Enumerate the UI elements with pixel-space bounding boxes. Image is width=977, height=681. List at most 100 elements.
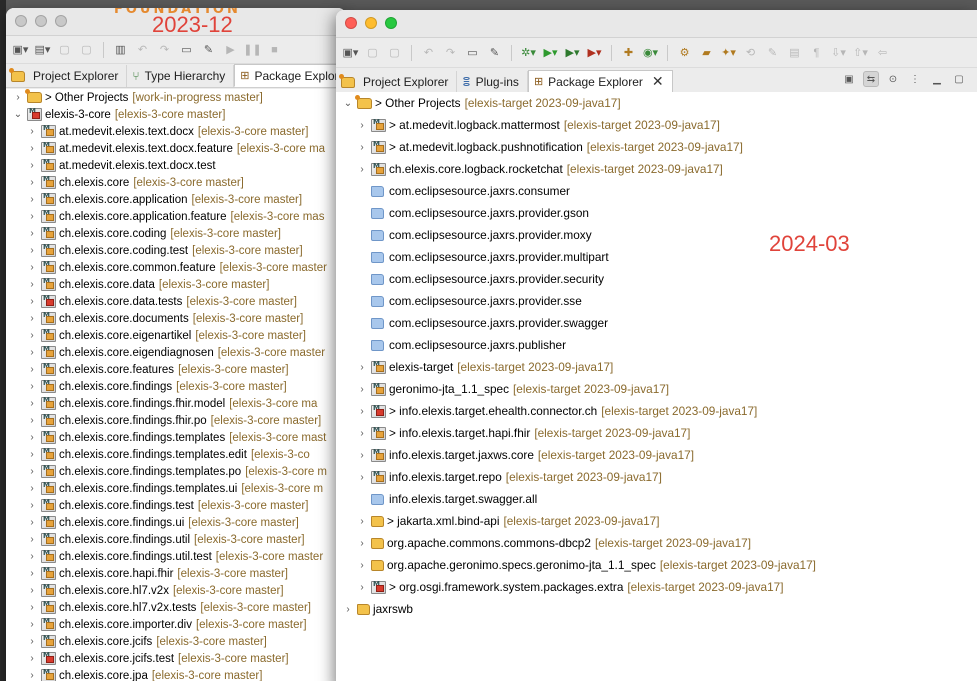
debug-icon[interactable]: ✲▾	[520, 45, 537, 61]
tree-row[interactable]: com.eclipsesource.jaxrs.provider.securit…	[336, 268, 977, 290]
tree-row[interactable]: com.eclipsesource.jaxrs.provider.sse	[336, 290, 977, 312]
tree-row[interactable]: › ch.elexis.core.findings[elexis-3-core m…	[6, 378, 346, 395]
binary-icon[interactable]: ▥	[112, 42, 129, 58]
tree-row[interactable]: › ch.elexis.core.findings.fhir.po[elexis-…	[6, 412, 346, 429]
tree-row[interactable]: › ch.elexis.core.common.feature[elexis-3-…	[6, 259, 346, 276]
chevron-right-icon[interactable]: ›	[356, 472, 368, 483]
tab-package-explorer[interactable]: ⊞ Package Explore	[234, 64, 346, 87]
tab-type-hierarchy[interactable]: ⑂ Type Hierarchy	[127, 65, 235, 87]
chevron-right-icon[interactable]: ›	[26, 449, 38, 460]
link-with-editor-icon[interactable]: ⇆	[863, 71, 879, 87]
tree-row[interactable]: com.eclipsesource.jaxrs.provider.swagger	[336, 312, 977, 334]
save-all-icon[interactable]: ▢	[386, 45, 403, 61]
redo-icon[interactable]: ↷	[156, 42, 173, 58]
tree-row[interactable]: › > at.medevit.logback.mattermost[elexis-…	[336, 114, 977, 136]
chevron-right-icon[interactable]: ›	[342, 604, 354, 615]
tree-row[interactable]: › ch.elexis.core.findings.ui[elexis-3-cor…	[6, 514, 346, 531]
tree-row[interactable]: › elexis-target[elexis-target 2023-09-jav…	[336, 356, 977, 378]
prev-annotation-icon[interactable]: ⇧▾	[852, 45, 869, 61]
console-icon[interactable]: ▭	[464, 45, 481, 61]
chevron-right-icon[interactable]: ›	[26, 585, 38, 596]
chevron-right-icon[interactable]: ›	[26, 160, 38, 171]
tree-row[interactable]: › ch.elexis.core.eigenartikel[elexis-3-co…	[6, 327, 346, 344]
new-class-icon[interactable]: ◉▾	[642, 45, 659, 61]
tree-row[interactable]: › ch.elexis.core.hapi.fhir[elexis-3-core …	[6, 565, 346, 582]
tree-row[interactable]: › > info.elexis.target.ehealth.connector.…	[336, 400, 977, 422]
maximize-view-icon[interactable]: ▢	[951, 71, 967, 87]
tree-row[interactable]: › ch.elexis.core.application[elexis-3-cor…	[6, 191, 346, 208]
terminate-icon[interactable]: ■	[266, 42, 283, 58]
chevron-right-icon[interactable]: ›	[356, 142, 368, 153]
tree-row[interactable]: › ch.elexis.core.findings.util[elexis-3-c…	[6, 531, 346, 548]
open-folder-icon[interactable]: ▰	[698, 45, 715, 61]
open-type-icon[interactable]: ⚙	[676, 45, 693, 61]
tree-row[interactable]: › ch.elexis.core[elexis-3-core master]	[6, 174, 346, 191]
tree-row[interactable]: › ch.elexis.core.eigendiagnosen[elexis-3-…	[6, 344, 346, 361]
pilcrow-icon[interactable]: ¶	[808, 45, 825, 61]
chevron-right-icon[interactable]: ›	[26, 228, 38, 239]
minimize-button[interactable]	[35, 15, 47, 27]
tree-row[interactable]: › > jakarta.xml.bind-api [elexis-target 20…	[336, 510, 977, 532]
pin-icon[interactable]: ✎	[200, 42, 217, 58]
chevron-right-icon[interactable]: ›	[26, 551, 38, 562]
tree-row[interactable]: › ch.elexis.core.data.tests[elexis-3-core…	[6, 293, 346, 310]
tree-row[interactable]: › ch.elexis.core.jpa[elexis-3-core master…	[6, 667, 346, 681]
zoom-button[interactable]	[55, 15, 67, 27]
chevron-right-icon[interactable]: ›	[26, 330, 38, 341]
tab-project-explorer[interactable]: Project Explorer	[336, 71, 458, 93]
chevron-right-icon[interactable]: ›	[26, 602, 38, 613]
zoom-button[interactable]	[385, 17, 397, 29]
tree-row[interactable]: › geronimo-jta_1.1_spec[elexis-target 202…	[336, 378, 977, 400]
tab-package-explorer[interactable]: ⊞ Package Explorer ✕	[527, 70, 673, 93]
block-icon[interactable]: ▤	[786, 45, 803, 61]
tree-row[interactable]: › ch.elexis.core.logback.rocketchat[elexi…	[336, 158, 977, 180]
tree-row[interactable]: › jaxrswb	[336, 598, 977, 620]
tree-row[interactable]: › ch.elexis.core.findings.templates.edit[…	[6, 446, 346, 463]
view-menu-icon[interactable]: ⋮	[907, 71, 923, 87]
tree-row[interactable]: com.eclipsesource.jaxrs.consumer	[336, 180, 977, 202]
focus-icon[interactable]: ⊙	[885, 71, 901, 87]
chevron-right-icon[interactable]: ›	[26, 296, 38, 307]
tab-project-explorer[interactable]: Project Explorer	[6, 65, 128, 87]
close-tab-icon[interactable]: ✕	[652, 73, 664, 90]
tree-row[interactable]: › org.apache.geronimo.specs.geronimo-jta_…	[336, 554, 977, 576]
chevron-right-icon[interactable]: ›	[356, 516, 368, 527]
chevron-right-icon[interactable]: ›	[26, 432, 38, 443]
tree-row[interactable]: com.eclipsesource.jaxrs.provider.multipa…	[336, 246, 977, 268]
tree-row[interactable]: › ch.elexis.core.coding.test[elexis-3-cor…	[6, 242, 346, 259]
tree-row[interactable]: › > org.osgi.framework.system.packages.ex…	[336, 576, 977, 598]
chevron-right-icon[interactable]: ›	[26, 534, 38, 545]
chevron-right-icon[interactable]: ›	[356, 362, 368, 373]
chevron-right-icon[interactable]: ›	[26, 279, 38, 290]
new-wizard-icon[interactable]: ▤▾	[34, 42, 51, 58]
chevron-right-icon[interactable]: ›	[356, 450, 368, 461]
chevron-right-icon[interactable]: ›	[356, 538, 368, 549]
chevron-right-icon[interactable]: ›	[26, 670, 38, 681]
chevron-right-icon[interactable]: ›	[26, 194, 38, 205]
tree-row[interactable]: › ch.elexis.core.data[elexis-3-core maste…	[6, 276, 346, 293]
tree-row[interactable]: › > info.elexis.target.hapi.fhir[elexis-t…	[336, 422, 977, 444]
chevron-right-icon[interactable]: ›	[26, 466, 38, 477]
chevron-right-icon[interactable]: ›	[26, 245, 38, 256]
minimize-view-icon[interactable]: ▁	[929, 71, 945, 87]
tree-row[interactable]: › ch.elexis.core.findings.test[elexis-3-c…	[6, 497, 346, 514]
coverage-icon[interactable]: ▶▾	[564, 45, 581, 61]
tree-row[interactable]: › org.apache.commons.commons-dbcp2 [elexis…	[336, 532, 977, 554]
new-package-icon[interactable]: ✚	[620, 45, 637, 61]
chevron-right-icon[interactable]: ›	[26, 517, 38, 528]
chevron-right-icon[interactable]: ›	[26, 177, 38, 188]
chevron-down-icon[interactable]: ⌄	[12, 109, 24, 120]
redo-icon[interactable]: ↷	[442, 45, 459, 61]
save-all-icon[interactable]: ▢	[78, 42, 95, 58]
chevron-right-icon[interactable]: ›	[26, 126, 38, 137]
tree-row[interactable]: com.eclipsesource.jaxrs.provider.gson	[336, 202, 977, 224]
chevron-right-icon[interactable]: ›	[26, 619, 38, 630]
back-icon[interactable]: ⇦	[874, 45, 891, 61]
tree-row[interactable]: › ch.elexis.core.findings.util.test[elexi…	[6, 548, 346, 565]
tree-row[interactable]: › ch.elexis.core.features[elexis-3-core m…	[6, 361, 346, 378]
tree-row[interactable]: › info.elexis.target.jaxws.core[elexis-ta…	[336, 444, 977, 466]
tab-plug-ins[interactable]: ⴻ Plug-ins	[457, 71, 528, 93]
chevron-right-icon[interactable]: ›	[356, 164, 368, 175]
tree-row[interactable]: › ch.elexis.core.importer.div[elexis-3-co…	[6, 616, 346, 633]
tree-row[interactable]: com.eclipsesource.jaxrs.publisher	[336, 334, 977, 356]
